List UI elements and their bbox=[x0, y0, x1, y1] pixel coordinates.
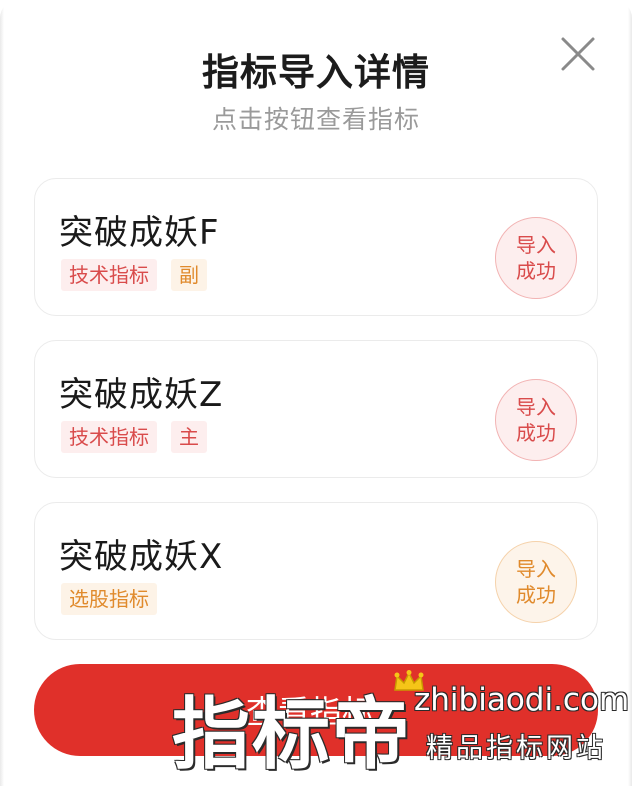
indicator-tags: 技术指标 副 bbox=[61, 259, 207, 291]
import-status-badge: 导入成功 bbox=[495, 379, 577, 461]
indicator-tags: 选股指标 bbox=[61, 583, 157, 615]
import-status-badge: 导入成功 bbox=[495, 541, 577, 623]
indicator-card[interactable]: 突破成妖F 技术指标 副 导入成功 bbox=[34, 178, 598, 316]
tag-type: 副 bbox=[171, 259, 207, 291]
indicator-card[interactable]: 突破成妖Z 技术指标 主 导入成功 bbox=[34, 340, 598, 478]
indicator-name: 突破成妖F bbox=[59, 213, 220, 253]
indicator-card[interactable]: 突破成妖X 选股指标 导入成功 bbox=[34, 502, 598, 640]
indicator-name: 突破成妖X bbox=[59, 537, 224, 577]
tag-type: 主 bbox=[171, 421, 207, 453]
import-details-modal: 指标导入详情 点击按钮查看指标 突破成妖F 技术指标 副 导入成功 突破成妖Z … bbox=[0, 0, 632, 786]
modal-title: 指标导入详情 bbox=[202, 51, 430, 94]
close-icon bbox=[561, 37, 595, 71]
indicator-tags: 技术指标 主 bbox=[61, 421, 207, 453]
tag-category: 选股指标 bbox=[61, 583, 157, 615]
import-status-badge: 导入成功 bbox=[495, 217, 577, 299]
import-status-label: 导入成功 bbox=[516, 395, 556, 445]
tag-category: 技术指标 bbox=[61, 421, 157, 453]
import-status-label: 导入成功 bbox=[516, 557, 556, 607]
import-status-label: 导入成功 bbox=[516, 233, 556, 283]
modal-subtitle: 点击按钮查看指标 bbox=[211, 105, 420, 134]
view-indicators-button[interactable]: 查看指标 bbox=[34, 664, 598, 756]
indicator-name: 突破成妖Z bbox=[59, 375, 224, 415]
close-button[interactable] bbox=[560, 36, 596, 72]
tag-category: 技术指标 bbox=[61, 259, 157, 291]
